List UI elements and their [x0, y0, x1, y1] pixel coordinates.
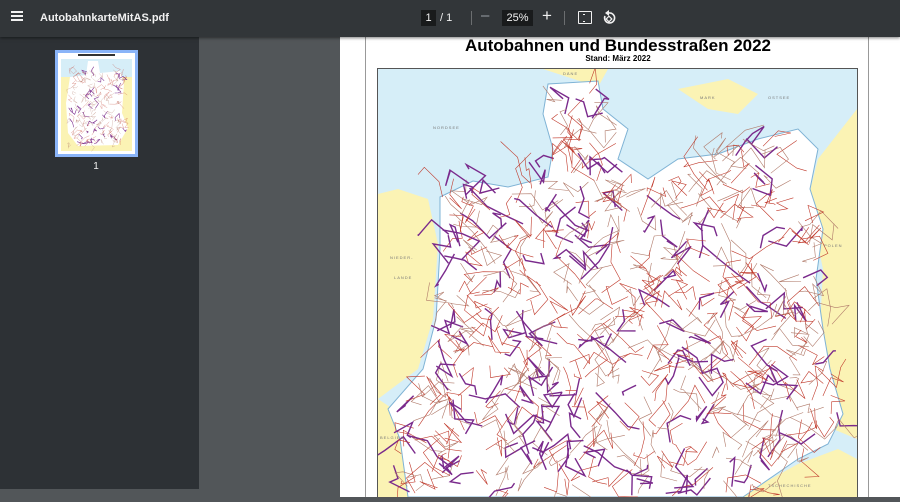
- fit-page-icon[interactable]: [578, 11, 592, 24]
- pdf-page: Autobahnen und Bundesstraßen 2022 Stand:…: [340, 37, 900, 497]
- road-map: DÄNE MARK OSTSEE NORDSEE NIEDER- LANDE P…: [377, 68, 858, 498]
- page-total: / 1: [440, 12, 452, 24]
- document-subtitle: Stand: März 2022: [340, 54, 896, 63]
- zoom-input[interactable]: 25%: [502, 10, 533, 26]
- label-netherlands: NIEDER-: [390, 255, 413, 260]
- zoom-in-button[interactable]: +: [542, 6, 552, 26]
- file-title: AutobahnkarteMitAS.pdf: [40, 12, 169, 24]
- rotate-icon[interactable]: [601, 9, 617, 32]
- page-number-input[interactable]: 1: [421, 10, 436, 26]
- divider: [564, 11, 565, 25]
- label-north-sea: NORDSEE: [433, 125, 460, 130]
- zoom-out-button[interactable]: –: [481, 7, 489, 24]
- label-belgium: BELGIEN: [380, 435, 404, 440]
- label-baltic: OSTSEE: [768, 95, 790, 100]
- pdf-toolbar: AutobahnkarteMitAS.pdf 1 / 1 – 25% +: [0, 0, 900, 37]
- thumbnail-page-label: 1: [0, 161, 192, 172]
- label-denmark: DÄNE: [563, 71, 578, 76]
- label-czech: TSCHECHISCHE: [768, 483, 812, 488]
- label-danish-island: MARK: [700, 95, 716, 100]
- document-title: Autobahnen und Bundesstraßen 2022: [340, 36, 896, 56]
- label-netherlands-2: LANDE: [394, 275, 412, 280]
- page-thumbnail[interactable]: [55, 50, 138, 157]
- thumbnail-sidebar: 1: [0, 37, 199, 489]
- divider: [471, 11, 472, 25]
- label-poland: POLEN: [824, 243, 843, 248]
- menu-icon[interactable]: [8, 9, 26, 27]
